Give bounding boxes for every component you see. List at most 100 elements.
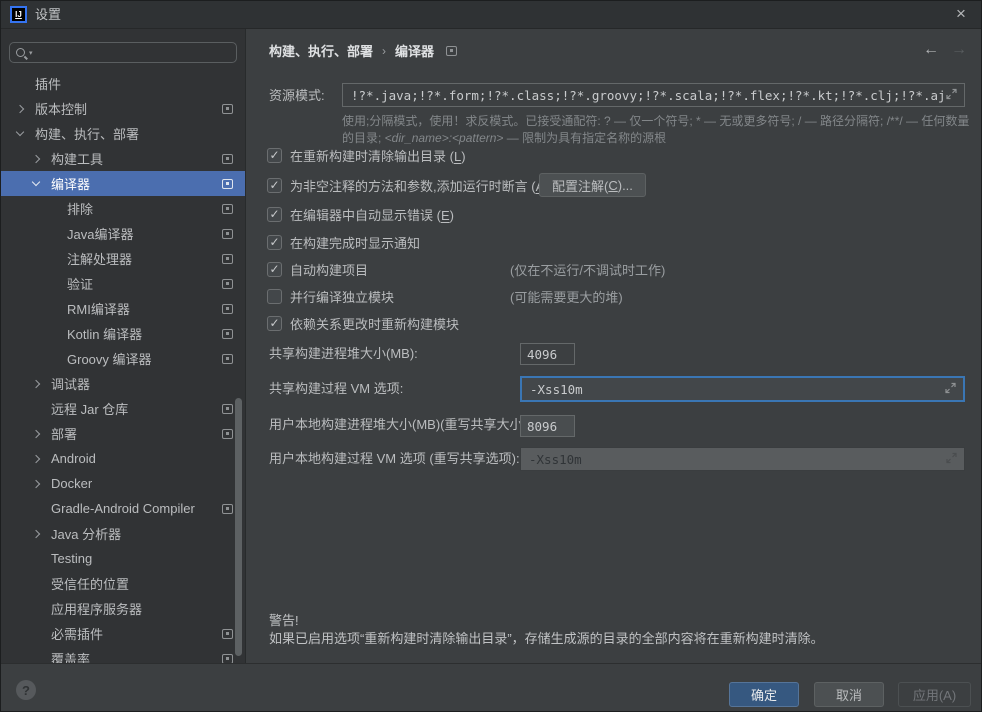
chevron-down-icon[interactable]: [31, 182, 51, 185]
sidebar-item-label: Android: [51, 451, 96, 466]
expand-field-icon[interactable]: [946, 88, 957, 103]
checkbox-row-clear-output: ✓ 在重新构建时清除输出目录 (L): [267, 146, 466, 164]
apply-button: 应用(A): [898, 682, 971, 707]
user-vm-input[interactable]: -Xss10m: [520, 447, 965, 471]
cancel-button[interactable]: 取消: [814, 682, 884, 707]
screen-options-icon[interactable]: [446, 46, 457, 56]
screen-options-icon: [222, 254, 233, 264]
sidebar-item[interactable]: Android: [1, 446, 246, 471]
sidebar-item-label: Gradle-Android Compiler: [51, 501, 195, 516]
checkbox[interactable]: ✓: [267, 235, 282, 250]
resource-pattern-label: 资源模式:: [269, 87, 325, 105]
sidebar-item[interactable]: Java 分析器: [1, 521, 246, 546]
chevron-right-icon[interactable]: [31, 156, 51, 162]
chevron-right-icon[interactable]: [31, 456, 51, 462]
sidebar-item-label: 插件: [35, 74, 61, 93]
search-box[interactable]: ▾: [9, 42, 237, 63]
search-input[interactable]: [33, 44, 236, 61]
resource-pattern-field[interactable]: !?*.java;!?*.form;!?*.class;!?*.groovy;!…: [342, 83, 965, 107]
sidebar-item[interactable]: 远程 Jar 仓库: [1, 396, 246, 421]
resource-pattern-help: 使用;分隔模式，使用！求反模式。已接受通配符: ? — 仅一个符号; * — 无…: [342, 113, 970, 147]
sidebar-item[interactable]: Kotlin 编译器: [1, 321, 246, 346]
chevron-right-icon[interactable]: [31, 431, 51, 437]
sidebar-item-label: 构建、执行、部署: [35, 124, 139, 143]
auto-build-comment: (仅在不运行/不调试时工作): [510, 260, 665, 279]
sidebar-item[interactable]: 验证: [1, 271, 246, 296]
screen-options-icon: [222, 429, 233, 439]
screen-options-icon: [222, 229, 233, 239]
sidebar-item[interactable]: Docker: [1, 471, 246, 496]
sidebar-item-label: Java编译器: [67, 224, 133, 243]
sidebar-scrollbar-thumb[interactable]: [235, 398, 242, 656]
sidebar-item-label: Kotlin 编译器: [67, 324, 142, 343]
sidebar-item-label: 必需插件: [51, 624, 103, 643]
sidebar-item[interactable]: 覆盖率: [1, 646, 246, 663]
sidebar-item[interactable]: 调试器: [1, 371, 246, 396]
sidebar-item-label: 调试器: [51, 374, 90, 393]
screen-options-icon: [222, 204, 233, 214]
breadcrumb-current: 编译器: [395, 41, 434, 60]
checkbox[interactable]: ✓: [267, 178, 282, 193]
screen-options-icon: [222, 654, 233, 664]
title-bar: IJ 设置 ×: [1, 1, 982, 29]
chevron-right-icon[interactable]: [31, 531, 51, 537]
checkmark-icon: ✓: [269, 208, 279, 220]
shared-vm-input[interactable]: -Xss10m: [520, 376, 965, 402]
sidebar-item[interactable]: 排除: [1, 196, 246, 221]
chevron-right-icon[interactable]: [31, 381, 51, 387]
sidebar-item[interactable]: 编译器: [1, 171, 246, 196]
checkbox[interactable]: ✓: [267, 148, 282, 163]
settings-sidebar: ▾ 插件版本控制构建、执行、部署构建工具编译器排除 Java编译器注解处理器验证R…: [1, 29, 246, 663]
settings-dialog: IJ 设置 × ▾ 插件版本控制构建、执行、部署构建工具编译器排除Java编译器…: [0, 0, 982, 712]
sidebar-item[interactable]: 部署: [1, 421, 246, 446]
checkbox[interactable]: ✓: [267, 262, 282, 277]
checkbox-row-rebuild-deps: ✓ 依赖关系更改时重新构建模块: [267, 314, 459, 332]
sidebar-item[interactable]: Groovy 编译器: [1, 346, 246, 371]
checkbox-label: 在重新构建时清除输出目录 (L): [290, 146, 466, 165]
sidebar-item[interactable]: 注解处理器: [1, 246, 246, 271]
sidebar-item[interactable]: RMI编译器: [1, 296, 246, 321]
ok-button[interactable]: 确定: [729, 682, 799, 707]
configure-annotations-button[interactable]: 配置注解(C)...: [539, 173, 646, 197]
sidebar-item[interactable]: 应用程序服务器: [1, 596, 246, 621]
forward-arrow-icon: →: [951, 40, 967, 60]
sidebar-item[interactable]: Gradle-Android Compiler: [1, 496, 246, 521]
sidebar-item[interactable]: 必需插件: [1, 621, 246, 646]
checkbox[interactable]: ✓: [267, 316, 282, 331]
breadcrumb-parent[interactable]: 构建、执行、部署: [269, 41, 373, 60]
help-icon[interactable]: ?: [16, 680, 36, 700]
sidebar-item[interactable]: 插件: [1, 71, 246, 96]
sidebar-item[interactable]: Testing: [1, 546, 246, 571]
breadcrumb-separator: ›: [382, 44, 386, 58]
expand-field-icon[interactable]: [946, 452, 957, 467]
sidebar-item[interactable]: Java编译器: [1, 221, 246, 246]
checkbox-label: 在编辑器中自动显示错误 (E): [290, 205, 454, 224]
warning-block: 警告! 如果已启用选项“重新构建时清除输出目录”，存储生成源的目录的全部内容将在…: [269, 612, 824, 648]
parallel-comment: (可能需要更大的堆): [510, 287, 623, 306]
sidebar-item[interactable]: 构建、执行、部署: [1, 121, 246, 146]
user-heap-input[interactable]: [520, 415, 575, 437]
checkbox[interactable]: [267, 289, 282, 304]
shared-heap-input[interactable]: [520, 343, 575, 365]
checkbox-row-auto-build: ✓ 自动构建项目: [267, 260, 368, 278]
back-arrow-icon[interactable]: ←: [923, 40, 939, 60]
checkbox[interactable]: ✓: [267, 207, 282, 222]
checkmark-icon: ✓: [269, 179, 279, 191]
sidebar-item[interactable]: 构建工具: [1, 146, 246, 171]
sidebar-item-label: 排除: [67, 199, 93, 218]
chevron-right-icon[interactable]: [15, 106, 35, 112]
settings-content: 构建、执行、部署 › 编译器 ← → 资源模式: !?*.java;!?*.fo…: [247, 29, 982, 663]
chevron-right-icon[interactable]: [31, 481, 51, 487]
sidebar-item-label: 应用程序服务器: [51, 599, 142, 618]
expand-field-icon[interactable]: [945, 382, 956, 397]
sidebar-item[interactable]: 版本控制: [1, 96, 246, 121]
sidebar-item-label: 覆盖率: [51, 649, 90, 663]
sidebar-item[interactable]: 受信任的位置: [1, 571, 246, 596]
sidebar-item-label: 版本控制: [35, 99, 87, 118]
chevron-down-icon[interactable]: [15, 132, 35, 135]
close-icon[interactable]: ×: [939, 1, 982, 29]
window-title: 设置: [35, 1, 61, 29]
screen-options-icon: [222, 329, 233, 339]
checkbox-label: 依赖关系更改时重新构建模块: [290, 314, 459, 333]
checkbox-row-assertions: ✓ 为非空注释的方法和参数,添加运行时断言 (A): [267, 176, 549, 194]
